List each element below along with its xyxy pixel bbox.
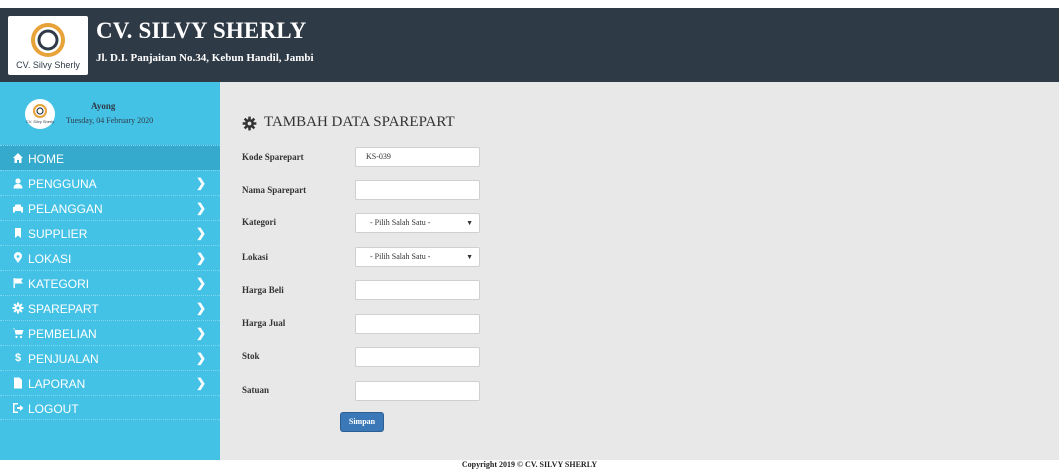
bookmark-icon (12, 227, 24, 239)
kategori-select[interactable]: - Pilih Salah Satu - ▼ (355, 213, 480, 233)
sidebar-item-label: LAPORAN (28, 377, 86, 391)
sidebar-item-laporan[interactable]: LAPORAN ❯ (0, 370, 220, 395)
avatar-caption: CV. Silvy Sherly (25, 119, 55, 124)
chevron-right-icon: ❯ (195, 176, 206, 190)
footer-copyright: Copyright 2019 © CV. SILVY SHERLY (0, 460, 1059, 470)
user-panel: CV. Silvy Sherly Ayong Tuesday, 04 Febru… (0, 82, 220, 145)
main-content: TAMBAH DATA SPAREPART Kode Sparepart KS-… (220, 82, 1059, 460)
car-icon (12, 202, 24, 214)
sidebar-item-logout[interactable]: LOGOUT (0, 395, 220, 420)
stok-field[interactable] (355, 347, 480, 367)
chevron-right-icon: ❯ (195, 351, 206, 365)
home-icon (12, 152, 24, 164)
header: CV. Silvy Sherly CV. SILVY SHERLY Jl. D.… (0, 8, 1059, 82)
cog-icon (12, 302, 24, 314)
avatar: CV. Silvy Sherly (25, 99, 55, 129)
cog-icon (242, 116, 257, 131)
company-name: CV. SILVY SHERLY (96, 18, 307, 43)
sidebar-item-pengguna[interactable]: PENGGUNA ❯ (0, 170, 220, 195)
company-logo: CV. Silvy Sherly (8, 16, 88, 75)
sidebar-menu: HOME PENGGUNA ❯ PELANGGAN ❯ SUPPLIER ❯ L… (0, 145, 220, 420)
avatar-logo-icon (33, 104, 47, 118)
sidebar-item-penjualan[interactable]: $ PENJUALAN ❯ (0, 345, 220, 370)
harga-beli-label: Harga Beli (242, 285, 284, 295)
kode-sparepart-field[interactable]: KS-039 (355, 147, 480, 167)
user-date: Tuesday, 04 February 2020 (66, 116, 154, 125)
logout-icon (12, 402, 24, 414)
lokasi-selected-value: - Pilih Salah Satu - (370, 252, 431, 261)
sidebar-item-label: KATEGORI (28, 277, 90, 291)
chevron-right-icon: ❯ (195, 276, 206, 290)
dollar-icon: $ (14, 352, 22, 364)
user-name: Ayong (91, 101, 116, 111)
sidebar-item-pelanggan[interactable]: PELANGGAN ❯ (0, 195, 220, 220)
chevron-right-icon: ❯ (195, 226, 206, 240)
sidebar-item-sparepart[interactable]: SPAREPART ❯ (0, 295, 220, 320)
page-title-text: TAMBAH DATA SPAREPART (264, 114, 455, 130)
chevron-right-icon: ❯ (195, 301, 206, 315)
sidebar-item-home[interactable]: HOME (0, 145, 220, 170)
file-icon (12, 377, 24, 389)
simpan-button[interactable]: Simpan (340, 412, 384, 432)
sidebar-item-label: PEMBELIAN (28, 327, 97, 341)
harga-jual-field[interactable] (355, 314, 480, 334)
sidebar-item-kategori[interactable]: KATEGORI ❯ (0, 270, 220, 295)
chevron-right-icon: ❯ (195, 376, 206, 390)
nama-sparepart-field[interactable] (355, 180, 480, 200)
company-address: Jl. D.I. Panjaitan No.34, Kebun Handil, … (96, 52, 314, 64)
sidebar-item-label: HOME (28, 152, 64, 166)
dropdown-arrow-icon: ▼ (466, 219, 473, 227)
harga-beli-field[interactable] (355, 280, 480, 300)
stok-label: Stok (242, 351, 260, 361)
flag-icon (12, 277, 24, 289)
nama-sparepart-label: Nama Sparepart (242, 185, 307, 195)
user-icon (12, 177, 24, 189)
sidebar-item-lokasi[interactable]: LOKASI ❯ (0, 245, 220, 270)
top-strip (0, 0, 1059, 8)
satuan-field[interactable] (355, 381, 480, 401)
kategori-label: Kategori (242, 217, 276, 227)
cart-icon (12, 327, 24, 339)
sidebar-item-label: PENJUALAN (28, 352, 99, 366)
sidebar-item-label: PENGGUNA (28, 177, 97, 191)
sidebar-item-label: SPAREPART (28, 302, 99, 316)
sidebar-item-pembelian[interactable]: PEMBELIAN ❯ (0, 320, 220, 345)
sidebar-item-supplier[interactable]: SUPPLIER ❯ (0, 220, 220, 245)
kode-sparepart-label: Kode Sparepart (242, 152, 304, 162)
satuan-label: Satuan (242, 385, 270, 395)
harga-jual-label: Harga Jual (242, 318, 286, 328)
lokasi-label: Lokasi (242, 252, 269, 262)
sidebar-item-label: SUPPLIER (28, 227, 88, 241)
map-marker-icon (12, 252, 24, 264)
chevron-right-icon: ❯ (195, 326, 206, 340)
sidebar-item-label: PELANGGAN (28, 202, 103, 216)
sidebar: CV. Silvy Sherly Ayong Tuesday, 04 Febru… (0, 82, 220, 460)
chevron-right-icon: ❯ (195, 201, 206, 215)
logo-text: CV. Silvy Sherly (16, 60, 80, 70)
dropdown-arrow-icon: ▼ (466, 253, 473, 261)
chevron-right-icon: ❯ (195, 251, 206, 265)
logo-mark-icon (31, 23, 65, 57)
kategori-selected-value: - Pilih Salah Satu - (370, 218, 431, 227)
sidebar-item-label: LOKASI (28, 252, 72, 266)
lokasi-select[interactable]: - Pilih Salah Satu - ▼ (355, 247, 480, 267)
sidebar-item-label: LOGOUT (28, 402, 79, 416)
